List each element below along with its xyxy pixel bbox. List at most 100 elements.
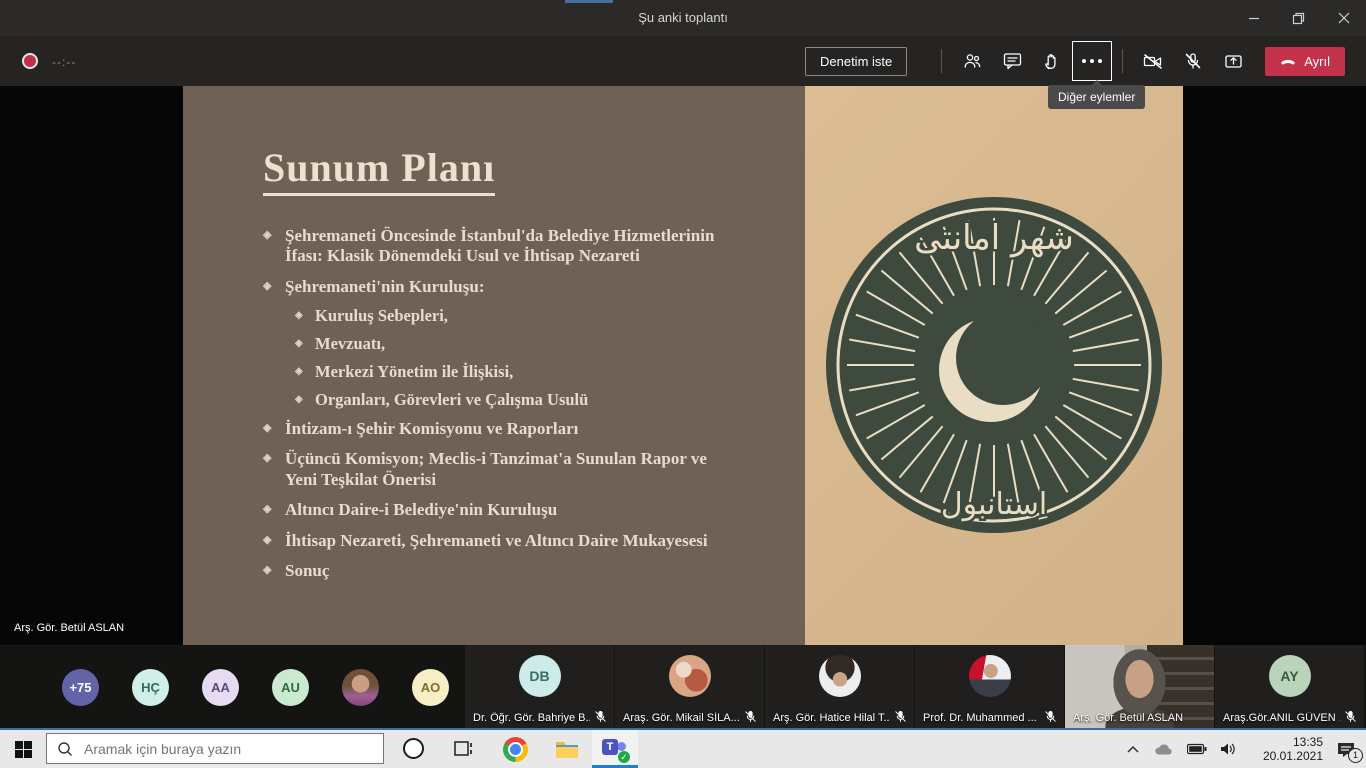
camera-toggle-button[interactable] xyxy=(1133,41,1173,81)
slide-bullet: ◈Merkezi Yönetim ile İlişkisi, xyxy=(295,363,735,382)
window-titlebar[interactable]: Şu anki toplantı xyxy=(0,0,1366,36)
mic-muted-icon xyxy=(894,710,907,723)
slide-bullet-list: ◈Şehremaneti Öncesinde İstanbul'da Beled… xyxy=(263,226,735,591)
tray-chevron-icon[interactable] xyxy=(1126,745,1140,754)
onedrive-cloud-icon[interactable] xyxy=(1153,742,1174,756)
more-dots-icon xyxy=(1082,59,1086,63)
participant-tile-live-video[interactable]: Arş. Gör. Betül ASLAN xyxy=(1065,645,1214,730)
toolbar-divider xyxy=(941,49,942,73)
teams-taskbar-button[interactable]: T✓ xyxy=(592,730,638,768)
slide-bullet: ◈Şehremaneti Öncesinde İstanbul'da Beled… xyxy=(263,226,735,267)
seal-top-text: شهر امانتى xyxy=(914,218,1074,258)
slide-text-panel: Sunum Planı ◈Şehremaneti Öncesinde İstan… xyxy=(183,86,805,645)
slide-bullet: ◈Şehremaneti'nin Kuruluşu: xyxy=(263,277,735,297)
more-actions-tooltip: Diğer eylemler xyxy=(1048,85,1145,109)
close-button[interactable] xyxy=(1321,0,1366,36)
meeting-toolbar: --:-- Denetim iste xyxy=(0,36,1366,86)
volume-icon[interactable] xyxy=(1220,742,1238,756)
taskbar-clock[interactable]: 13:35 20.01.2021 xyxy=(1251,735,1323,763)
participant-avatar-row: +75 HÇ AA AU AO xyxy=(62,645,449,730)
chat-icon xyxy=(1003,52,1022,70)
notification-badge: 1 xyxy=(1348,748,1363,763)
participant-tile[interactable]: Araş. Gör. Mikail SİLA... xyxy=(615,645,764,730)
photo-avatar[interactable] xyxy=(342,669,379,706)
participant-tile[interactable]: AYAraş.Gör.ANIL GÜVEN ... xyxy=(1215,645,1364,730)
bullet-diamond-icon: ◈ xyxy=(263,449,285,490)
initials-avatar: DB xyxy=(519,655,561,697)
search-icon xyxy=(57,741,73,757)
close-icon xyxy=(1338,12,1350,24)
shared-screen-stage: Sunum Planı ◈Şehremaneti Öncesinde İstan… xyxy=(0,86,1366,645)
initials-avatar[interactable]: AU xyxy=(272,669,309,706)
action-center-button[interactable]: 1 xyxy=(1336,741,1356,758)
bullet-diamond-icon: ◈ xyxy=(295,363,315,382)
meeting-timer: --:-- xyxy=(52,55,76,69)
mic-muted-icon xyxy=(594,710,607,723)
bullet-diamond-icon: ◈ xyxy=(295,335,315,354)
bullet-text: İntizam-ı Şehir Komisyonu ve Raporları xyxy=(285,419,578,439)
restore-icon xyxy=(1292,12,1305,25)
teams-icon: T✓ xyxy=(602,736,628,760)
participant-tile-row: DB Dr. Öğr. Gör. Bahriye B... Araş. Gör. M… xyxy=(465,645,1365,730)
bullet-diamond-icon: ◈ xyxy=(263,419,285,439)
more-actions-button[interactable] xyxy=(1072,41,1112,81)
share-screen-button[interactable] xyxy=(1213,41,1253,81)
task-view-button[interactable] xyxy=(440,730,486,768)
raised-hand-icon xyxy=(1043,52,1061,71)
slide-bullet: ◈Altıncı Daire-i Belediye'nin Kuruluşu xyxy=(263,500,735,520)
ottoman-seal-image: شهر امانتى اِستانبول xyxy=(805,86,1183,645)
raise-hand-button[interactable] xyxy=(1032,41,1072,81)
initials-avatar[interactable]: AA xyxy=(202,669,239,706)
bullet-diamond-icon: ◈ xyxy=(263,500,285,520)
restore-button[interactable] xyxy=(1276,0,1321,36)
windows-logo-icon xyxy=(15,741,32,758)
start-button[interactable] xyxy=(0,730,46,768)
bullet-text: Mevzuatı, xyxy=(315,335,385,354)
toolbar-divider xyxy=(1122,49,1123,73)
chat-button[interactable] xyxy=(992,41,1032,81)
battery-icon[interactable] xyxy=(1187,743,1207,755)
participants-button[interactable] xyxy=(952,41,992,81)
recording-indicator-icon xyxy=(22,53,38,69)
participant-tile[interactable]: Prof. Dr. Muhammed ... xyxy=(915,645,1064,730)
overflow-count-avatar[interactable]: +75 xyxy=(62,669,99,706)
bullet-text: Üçüncü Komisyon; Meclis-i Tanzimat'a Sun… xyxy=(285,449,735,490)
request-control-button[interactable]: Denetim iste xyxy=(805,47,907,76)
slide-bullet: ◈Üçüncü Komisyon; Meclis-i Tanzimat'a Su… xyxy=(263,449,735,490)
slide-image-panel: شهر امانتى اِستانبول xyxy=(805,86,1183,645)
bullet-text: Merkezi Yönetim ile İlişkisi, xyxy=(315,363,513,382)
bullet-diamond-icon: ◈ xyxy=(263,561,285,581)
participant-tile[interactable]: DB Dr. Öğr. Gör. Bahriye B... xyxy=(465,645,614,730)
cortana-button[interactable] xyxy=(403,738,424,759)
photo-avatar xyxy=(969,655,1011,697)
presentation-slide: Sunum Planı ◈Şehremaneti Öncesinde İstan… xyxy=(183,86,1183,645)
bullet-text: Kuruluş Sebepleri, xyxy=(315,307,448,326)
search-input[interactable] xyxy=(82,740,356,758)
seal-bottom-text: اِستانبول xyxy=(941,487,1048,522)
leave-button[interactable]: Ayrıl xyxy=(1265,47,1345,76)
mic-toggle-button[interactable] xyxy=(1173,41,1213,81)
slide-bullet: ◈Kuruluş Sebepleri, xyxy=(295,307,735,326)
initials-avatar[interactable]: HÇ xyxy=(132,669,169,706)
participant-name: Dr. Öğr. Gör. Bahriye B... xyxy=(473,712,590,724)
minimize-button[interactable] xyxy=(1231,0,1276,36)
presenter-name-overlay: Arş. Gör. Betül ASLAN xyxy=(14,622,124,634)
file-explorer-button[interactable] xyxy=(544,730,590,768)
system-tray: 13:35 20.01.2021 1 xyxy=(1126,730,1366,768)
share-screen-icon xyxy=(1224,52,1243,70)
chrome-taskbar-button[interactable] xyxy=(492,730,538,768)
people-icon xyxy=(962,52,982,70)
taskbar-search[interactable] xyxy=(46,733,384,764)
bullet-diamond-icon: ◈ xyxy=(295,391,315,410)
window-title: Şu anki toplantı xyxy=(0,0,1366,36)
participant-name: Prof. Dr. Muhammed ... xyxy=(923,712,1040,724)
clock-date: 20.01.2021 xyxy=(1251,749,1323,763)
leave-label: Ayrıl xyxy=(1304,54,1330,69)
bullet-diamond-icon: ◈ xyxy=(263,277,285,297)
participant-tile[interactable]: Arş. Gör. Hatice Hilal T... xyxy=(765,645,914,730)
initials-avatar[interactable]: AO xyxy=(412,669,449,706)
mic-off-icon xyxy=(1184,52,1202,70)
bullet-text: Organları, Görevleri ve Çalışma Usulü xyxy=(315,391,588,410)
task-view-icon xyxy=(452,738,474,760)
slide-bullet: ◈Mevzuatı, xyxy=(295,335,735,354)
